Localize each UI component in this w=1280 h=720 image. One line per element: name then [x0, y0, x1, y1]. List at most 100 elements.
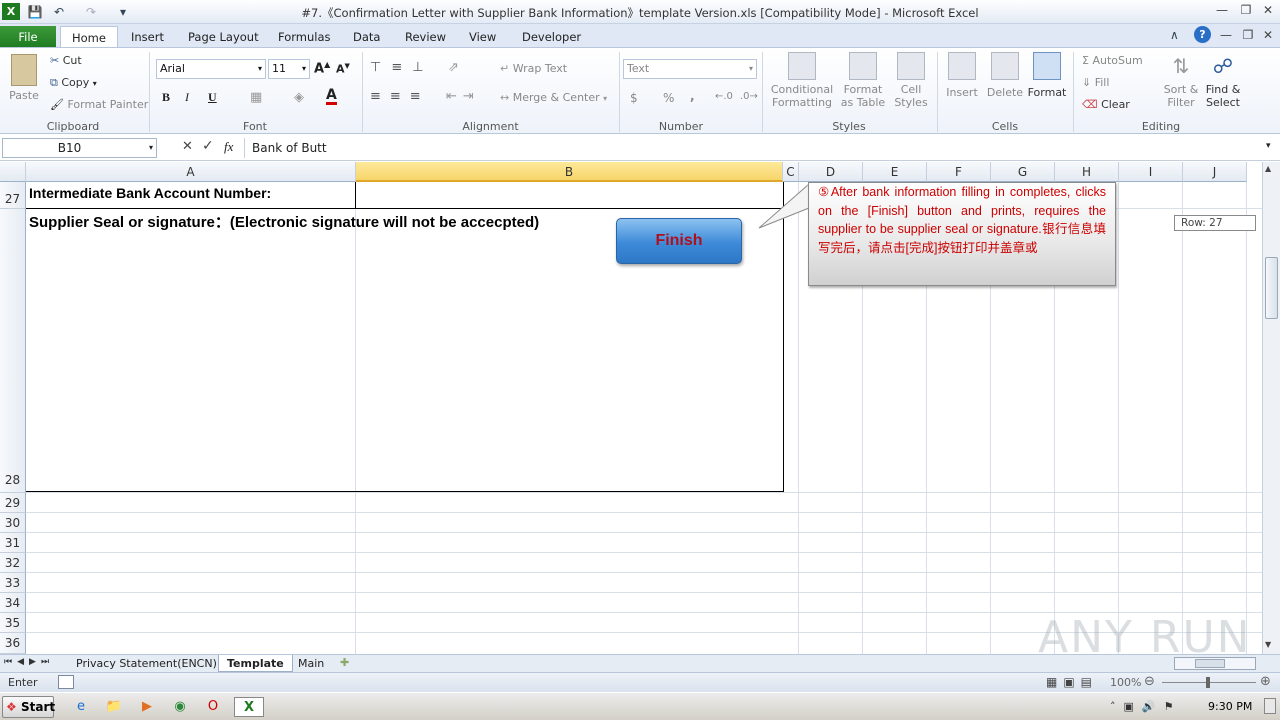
column-header-i[interactable]: I: [1119, 162, 1183, 182]
sheet-tab-privacy[interactable]: Privacy Statement(ENCN): [68, 655, 225, 672]
column-header-b[interactable]: B: [356, 162, 783, 182]
finish-button[interactable]: Finish: [616, 218, 742, 264]
insert-sheet-icon[interactable]: ✚: [340, 656, 349, 669]
media-player-icon[interactable]: ▶: [136, 697, 158, 717]
comma-button[interactable]: ,: [690, 89, 695, 103]
scroll-up-icon[interactable]: ▲: [1265, 164, 1271, 173]
sheet-tab-template[interactable]: Template: [218, 655, 293, 672]
row-header-34[interactable]: 34: [0, 593, 26, 613]
merge-center-button[interactable]: ↔ Merge & Center ▾: [500, 91, 607, 104]
cell-a28[interactable]: Supplier Seal or signature：(Electronic s…: [29, 211, 539, 232]
row-header-36[interactable]: 36: [0, 633, 26, 654]
tab-insert[interactable]: Insert: [120, 26, 175, 48]
fill-button[interactable]: ⇓ Fill: [1082, 76, 1109, 89]
vertical-align-icons[interactable]: ⊤≡⊥: [370, 60, 434, 75]
worksheet-grid[interactable]: A B C D E F G H I J 27 28 29 30 31 32 33…: [0, 162, 1262, 654]
number-format-dropdown[interactable]: Text ▾: [623, 59, 757, 79]
cancel-entry-icon[interactable]: ✕: [182, 139, 193, 154]
tab-formulas[interactable]: Formulas: [267, 26, 342, 48]
zoom-out-icon[interactable]: ⊖: [1144, 674, 1155, 689]
borders-icon[interactable]: ▦: [250, 90, 262, 105]
clear-button[interactable]: ⌫ Clear: [1082, 98, 1130, 111]
cell-styles-button[interactable]: Cell Styles: [890, 52, 932, 109]
opera-icon[interactable]: O: [202, 697, 224, 717]
view-mode-icons[interactable]: ▦▣▤: [1046, 675, 1098, 689]
chrome-icon[interactable]: ◉: [169, 697, 191, 717]
workbook-restore-icon[interactable]: ❐: [1238, 27, 1258, 43]
column-header-e[interactable]: E: [863, 162, 927, 182]
scroll-thumb[interactable]: [1265, 257, 1278, 319]
font-color-icon[interactable]: A: [326, 88, 337, 105]
expand-formula-icon[interactable]: ▾: [1266, 141, 1271, 151]
indent-icons[interactable]: ⇤⇥: [446, 89, 480, 104]
cell-a27[interactable]: Intermediate Bank Account Number:: [29, 185, 271, 201]
autosum-button[interactable]: Σ AutoSum: [1082, 54, 1143, 67]
row-header-31[interactable]: 31: [0, 533, 26, 553]
column-header-g[interactable]: G: [991, 162, 1055, 182]
copy-button[interactable]: ⧉ Copy ▾: [50, 76, 97, 90]
insert-cells-button[interactable]: Insert: [942, 52, 982, 99]
insert-function-icon[interactable]: fx: [224, 139, 233, 155]
row-header-27[interactable]: 27: [0, 182, 26, 209]
percent-button[interactable]: %: [663, 91, 674, 105]
grow-font-icon[interactable]: A▲: [314, 60, 330, 76]
cell-b27[interactable]: [356, 183, 783, 208]
format-cells-button[interactable]: Format: [1026, 52, 1068, 99]
zoom-in-icon[interactable]: ⊕: [1260, 674, 1271, 689]
row-header-33[interactable]: 33: [0, 573, 26, 593]
font-name-dropdown[interactable]: Arial ▾: [156, 59, 266, 79]
zoom-slider-thumb[interactable]: [1206, 677, 1210, 688]
tab-data[interactable]: Data: [342, 26, 391, 48]
formula-input[interactable]: Bank of Butt: [244, 138, 1264, 158]
ribbon-minimize-icon[interactable]: ∧: [1170, 28, 1179, 42]
tray-icons[interactable]: ˄▣🔊⚑: [1110, 700, 1181, 713]
delete-cells-button[interactable]: Delete: [984, 52, 1026, 99]
bold-button[interactable]: B: [162, 90, 170, 105]
minimize-icon[interactable]: —: [1212, 2, 1232, 18]
scroll-down-icon[interactable]: ▼: [1265, 640, 1271, 649]
help-icon[interactable]: ?: [1194, 26, 1211, 43]
restore-icon[interactable]: ❐: [1236, 2, 1256, 18]
tab-developer[interactable]: Developer: [511, 26, 592, 48]
close-icon[interactable]: ✕: [1258, 2, 1278, 18]
font-size-dropdown[interactable]: 11 ▾: [268, 59, 310, 79]
column-header-a[interactable]: A: [26, 162, 356, 182]
workbook-close-icon[interactable]: ✕: [1258, 27, 1278, 43]
decrease-decimal-icon[interactable]: .0→: [740, 91, 758, 102]
confirm-entry-icon[interactable]: ✓: [202, 138, 214, 154]
format-painter-button[interactable]: 🖌 Format Painter: [50, 98, 148, 111]
column-header-d[interactable]: D: [799, 162, 863, 182]
column-header-c[interactable]: C: [783, 162, 799, 182]
tab-file[interactable]: File: [0, 26, 56, 48]
tab-view[interactable]: View: [458, 26, 507, 48]
horizontal-align-icons[interactable]: ≡≡≡: [370, 89, 430, 104]
workbook-minimize-icon[interactable]: —: [1216, 27, 1236, 43]
explorer-icon[interactable]: 📁: [103, 697, 125, 717]
conditional-formatting-button[interactable]: Conditional Formatting: [768, 52, 836, 109]
tab-page-layout[interactable]: Page Layout: [177, 26, 270, 48]
format-as-table-button[interactable]: Format as Table: [838, 52, 888, 109]
shrink-font-icon[interactable]: A▼: [336, 62, 350, 76]
row-header-30[interactable]: 30: [0, 513, 26, 533]
vertical-scrollbar[interactable]: ▲ ▼: [1262, 162, 1280, 654]
tab-review[interactable]: Review: [394, 26, 457, 48]
fill-color-icon[interactable]: ◈: [294, 90, 304, 105]
orientation-icon[interactable]: ⇗: [448, 60, 459, 75]
column-header-h[interactable]: H: [1055, 162, 1119, 182]
sheet-nav-icons[interactable]: ⏮◀▶⏭: [4, 657, 54, 667]
currency-button[interactable]: $: [630, 91, 638, 105]
column-header-j[interactable]: J: [1183, 162, 1247, 182]
excel-taskbar-icon[interactable]: X: [234, 697, 264, 717]
wrap-text-button[interactable]: ↵ Wrap Text: [500, 62, 567, 75]
macro-record-icon[interactable]: [58, 675, 74, 689]
zoom-level[interactable]: 100%: [1110, 676, 1141, 689]
sheet-tab-main[interactable]: Main: [290, 655, 332, 672]
row-header-35[interactable]: 35: [0, 613, 26, 633]
italic-button[interactable]: I: [185, 90, 189, 105]
row-header-28[interactable]: 28: [0, 209, 26, 493]
find-select-button[interactable]: ☍ Find & Select: [1202, 52, 1244, 109]
cut-button[interactable]: ✂ Cut: [50, 54, 82, 67]
sort-filter-button[interactable]: ⇅ Sort & Filter: [1160, 52, 1202, 109]
row-header-32[interactable]: 32: [0, 553, 26, 573]
increase-decimal-icon[interactable]: ←.0: [715, 91, 733, 102]
